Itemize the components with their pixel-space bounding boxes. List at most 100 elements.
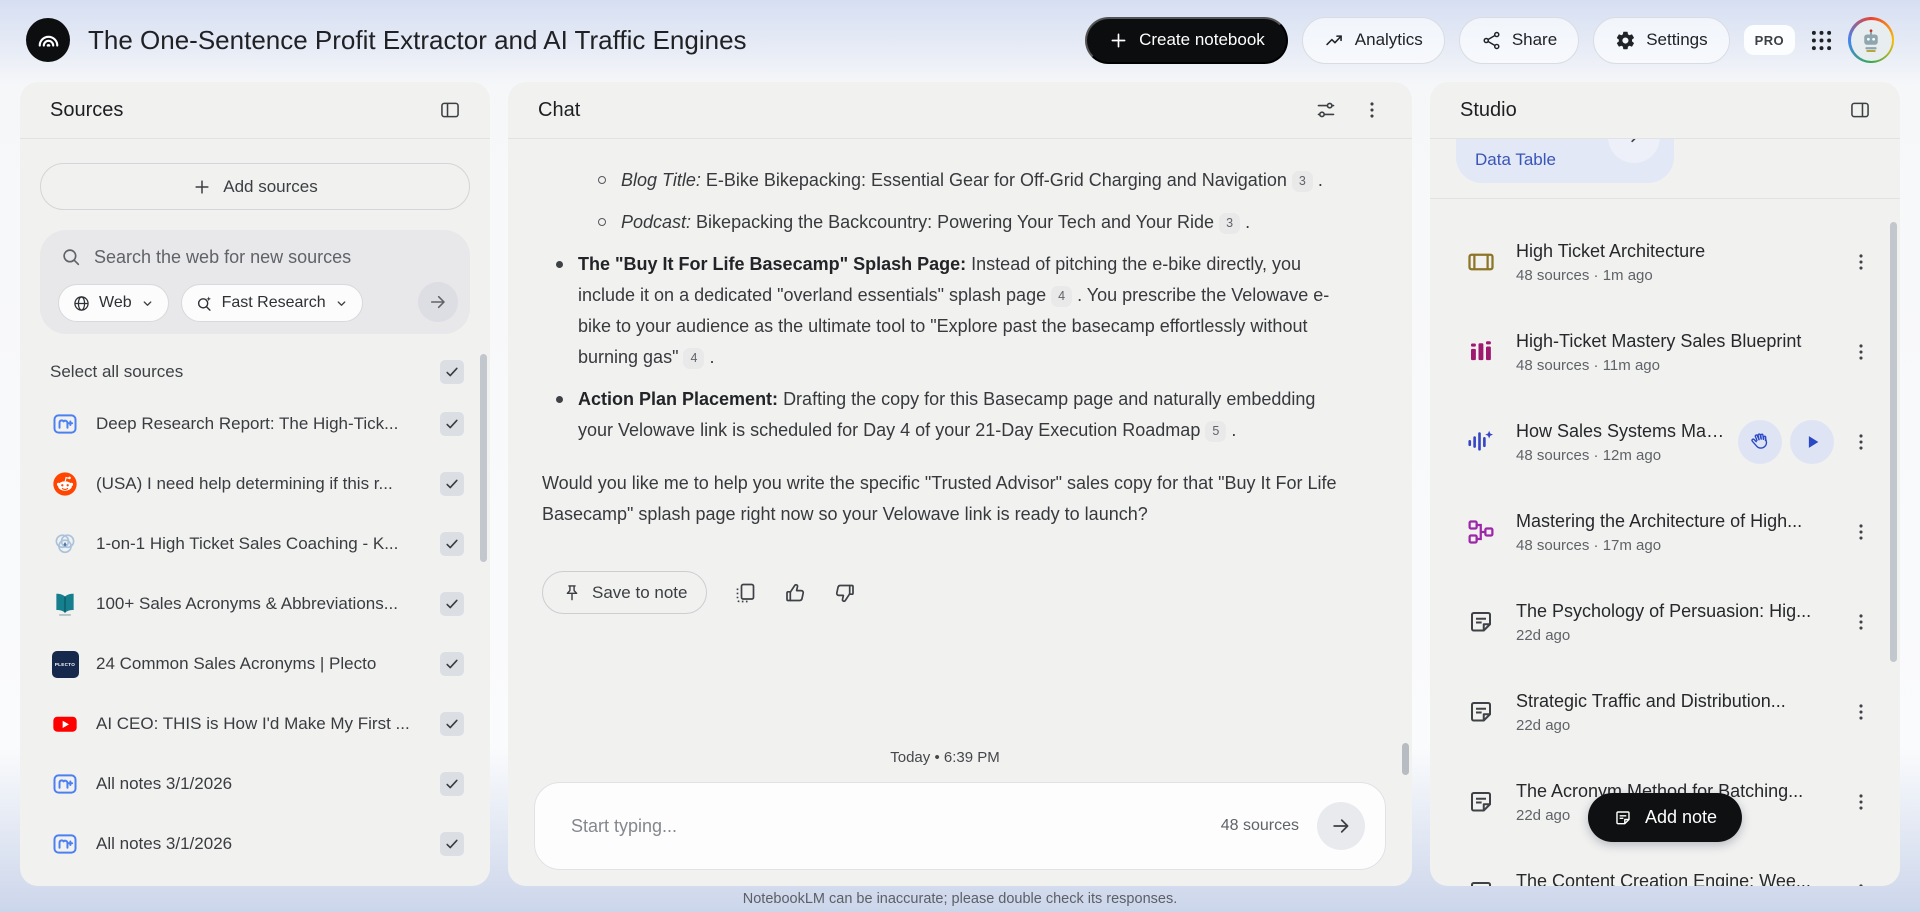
web-filter-dropdown[interactable]: Web [58,284,169,322]
data-table-chip[interactable]: Data Table [1456,139,1674,183]
barchart-icon [1466,337,1496,367]
source-list-item[interactable]: All notes 3/1/2026 [20,754,490,814]
select-all-checkbox[interactable] [440,360,464,384]
item-more-menu-icon[interactable] [1844,425,1878,459]
source-list-item[interactable]: AI CEO: THIS is How I'd Make My First ..… [20,694,490,754]
citation-badge[interactable]: 3 [1219,212,1241,234]
analytics-button[interactable]: Analytics [1301,16,1445,64]
studio-list-item[interactable]: High Ticket Architecture 48 sources · 1m … [1430,217,1900,307]
chat-scrollbar[interactable] [1402,743,1409,775]
studio-item-title: High Ticket Architecture [1516,240,1706,261]
search-submit-button[interactable] [418,282,458,322]
source-checkbox[interactable] [440,652,464,676]
collapse-studio-panel-icon[interactable] [1840,90,1880,130]
bullet-marker [556,396,563,403]
studio-scroll-area[interactable]: Data Table High Ticket Architecture 48 so… [1430,139,1900,886]
source-list-item[interactable]: 100+ Sales Acronyms & Abbreviations... [20,574,490,634]
share-button[interactable]: Share [1458,16,1580,64]
studio-list-item[interactable]: How Sales Systems Map... 48 sources · 12m… [1430,397,1900,487]
avatar[interactable] [1848,17,1894,63]
source-list-item[interactable]: Deep Research Report: The High-Tick... [20,394,490,454]
item-more-menu-icon[interactable] [1844,515,1878,549]
notebook-title[interactable]: The One-Sentence Profit Extractor and AI… [88,25,747,56]
chat-input[interactable] [571,815,1221,837]
chat-settings-sliders-icon[interactable] [1306,90,1346,130]
text-segment: Action Plan Placement: [578,389,784,409]
studio-list-item[interactable]: The Psychology of Persuasion: Hig... 22d … [1430,577,1900,667]
chat-text: Podcast: Bikepacking the Backcountry: Po… [621,207,1250,238]
add-note-button[interactable]: Add note [1587,793,1743,842]
create-notebook-button[interactable]: Create notebook [1085,16,1288,64]
plecto-icon: PLECTO [50,649,80,679]
text-segment: . [704,347,715,367]
play-audio-button[interactable] [1790,420,1834,464]
studio-list: High Ticket Architecture 48 sources · 1m … [1430,217,1900,886]
source-checkbox[interactable] [440,832,464,856]
web-search-box: Web Fast Research [40,230,470,334]
studio-item-title: High-Ticket Mastery Sales Blueprint [1516,330,1802,351]
interactive-mode-button[interactable] [1738,420,1782,464]
venn-icon [50,529,80,559]
studio-list-item[interactable]: Mastering the Architecture of High... 48 … [1430,487,1900,577]
source-checkbox[interactable] [440,772,464,796]
studio-list-item[interactable]: The Content Creation Engine: Wee...22d a… [1430,847,1900,886]
flow-icon [1466,517,1496,547]
avatar-robot-image [1850,19,1892,61]
source-list-item[interactable]: PLECTO 24 Common Sales Acronyms | Plecto [20,634,490,694]
book-icon [50,589,80,619]
app-header: The One-Sentence Profit Extractor and AI… [0,0,1920,80]
thumbs-up-icon[interactable] [783,581,807,605]
citation-badge[interactable]: 4 [1051,285,1073,307]
source-checkbox[interactable] [440,532,464,556]
doc-icon [1466,877,1496,886]
chat-more-menu-icon[interactable] [1352,90,1392,130]
chat-message-area[interactable]: Blog Title: E-Bike Bikepacking: Essentia… [508,139,1412,782]
search-input[interactable] [94,246,460,268]
studio-item-text: How Sales Systems Map... 48 sources · 12m… [1516,421,1730,464]
thumbs-down-icon[interactable] [833,581,857,605]
sources-scrollbar[interactable] [480,354,487,562]
chat-panel-header: Chat [508,82,1412,139]
plus-icon [192,177,212,197]
item-more-menu-icon[interactable] [1844,335,1878,369]
studio-item-meta: 48 sources · 1m ago [1516,266,1653,284]
source-checkbox[interactable] [440,412,464,436]
apps-grid-icon[interactable] [1809,28,1834,53]
citation-badge[interactable]: 4 [683,347,705,369]
add-sources-button[interactable]: Add sources [40,163,470,210]
studio-list-item[interactable]: High-Ticket Mastery Sales Blueprint 48 so… [1430,307,1900,397]
send-button[interactable] [1317,802,1365,850]
item-more-menu-icon[interactable] [1844,245,1878,279]
item-more-menu-icon[interactable] [1844,785,1878,819]
reddit-icon [50,469,80,499]
source-checkbox[interactable] [440,472,464,496]
data-table-chip-label: Data Table [1475,150,1556,169]
chat-panel: Chat Blog Title: E-Bike Bikepacking: Ess… [508,82,1412,886]
studio-scrollbar[interactable] [1890,222,1897,662]
research-mode-dropdown[interactable]: Fast Research [180,284,363,322]
copy-icon[interactable] [733,581,757,605]
citation-badge[interactable]: 3 [1291,170,1313,192]
settings-button[interactable]: Settings [1593,16,1730,64]
main-content: Sources Add sources Web [0,80,1920,912]
search-icon [52,246,94,268]
chevron-right-icon[interactable] [1608,139,1660,163]
notebooklm-logo-icon[interactable] [26,18,70,62]
item-more-menu-icon[interactable] [1844,875,1878,886]
chat-block: The "Buy It For Life Basecamp" Splash Pa… [556,249,1348,373]
citation-badge[interactable]: 5 [1205,420,1227,442]
item-more-menu-icon[interactable] [1844,695,1878,729]
source-checkbox[interactable] [440,712,464,736]
save-to-note-button[interactable]: Save to note [542,571,708,614]
source-checkbox[interactable] [440,592,464,616]
pro-badge: PRO [1743,25,1795,55]
source-list-item[interactable]: (USA) I need help determining if this r.… [20,454,490,514]
item-more-menu-icon[interactable] [1844,605,1878,639]
source-list-item[interactable]: 1-on-1 High Ticket Sales Coaching - K... [20,514,490,574]
source-list-item[interactable]: All notes 3/1/2026 [20,814,490,874]
doc-icon [1466,697,1496,727]
youtube-icon [50,709,80,739]
bullet-marker [556,261,563,268]
collapse-sources-panel-icon[interactable] [430,90,470,130]
studio-list-item[interactable]: Strategic Traffic and Distribution... 22d… [1430,667,1900,757]
